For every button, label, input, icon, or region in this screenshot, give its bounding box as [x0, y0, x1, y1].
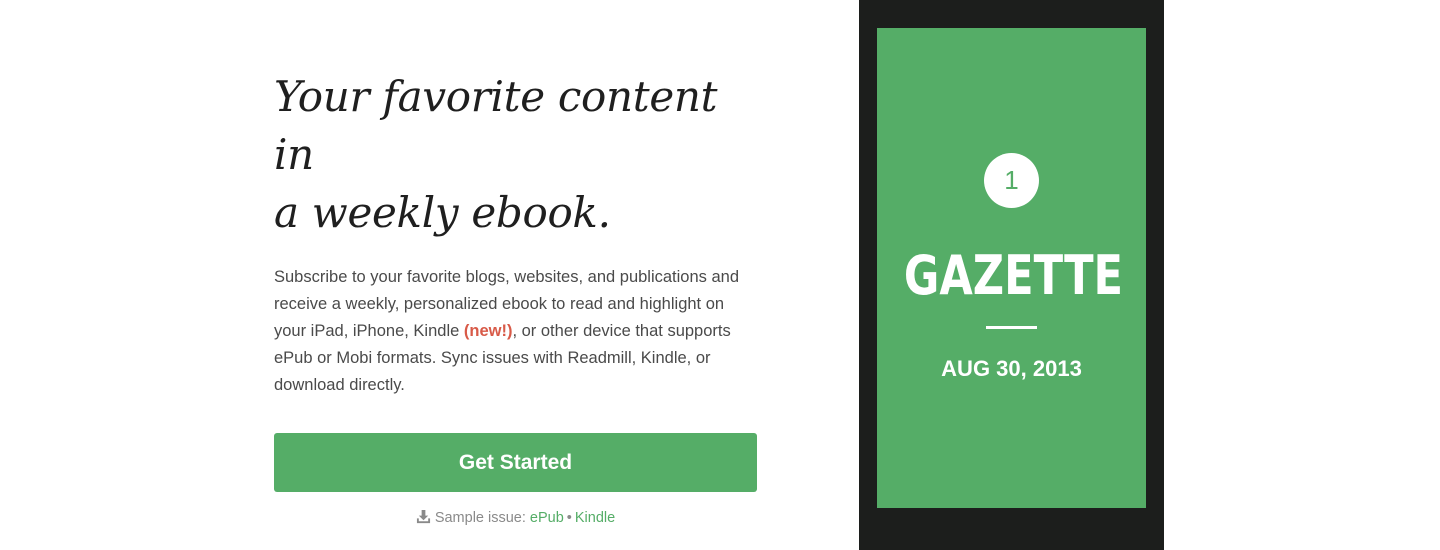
sample-link-separator: • [566, 510, 572, 526]
device-preview: 1 GAZETTE AUG 30, 2013 [859, 0, 1164, 550]
sample-issue-label: Sample issue: [434, 510, 526, 526]
get-started-button[interactable]: Get Started [274, 433, 757, 492]
ebook-cover: 1 GAZETTE AUG 30, 2013 [877, 28, 1146, 508]
new-badge: (new!) [463, 322, 513, 340]
issue-number-badge: 1 [984, 153, 1039, 208]
headline-line-1: Your favorite content in [274, 72, 718, 179]
headline-line-2: a weekly ebook. [274, 188, 611, 237]
sample-kindle-link[interactable]: Kindle [575, 510, 615, 526]
cover-divider [986, 326, 1037, 329]
hero-description: Subscribe to your favorite blogs, websit… [274, 264, 757, 399]
hero-section: Your favorite content in a weekly ebook.… [274, 68, 757, 526]
ebook-title: GAZETTE [903, 244, 1124, 307]
download-icon [416, 509, 430, 524]
issue-date: AUG 30, 2013 [941, 356, 1082, 381]
sample-epub-link[interactable]: ePub [530, 510, 564, 526]
sample-issue-row: Sample issue: ePub • Kindle [274, 509, 757, 526]
hero-headline: Your favorite content in a weekly ebook. [274, 68, 757, 242]
